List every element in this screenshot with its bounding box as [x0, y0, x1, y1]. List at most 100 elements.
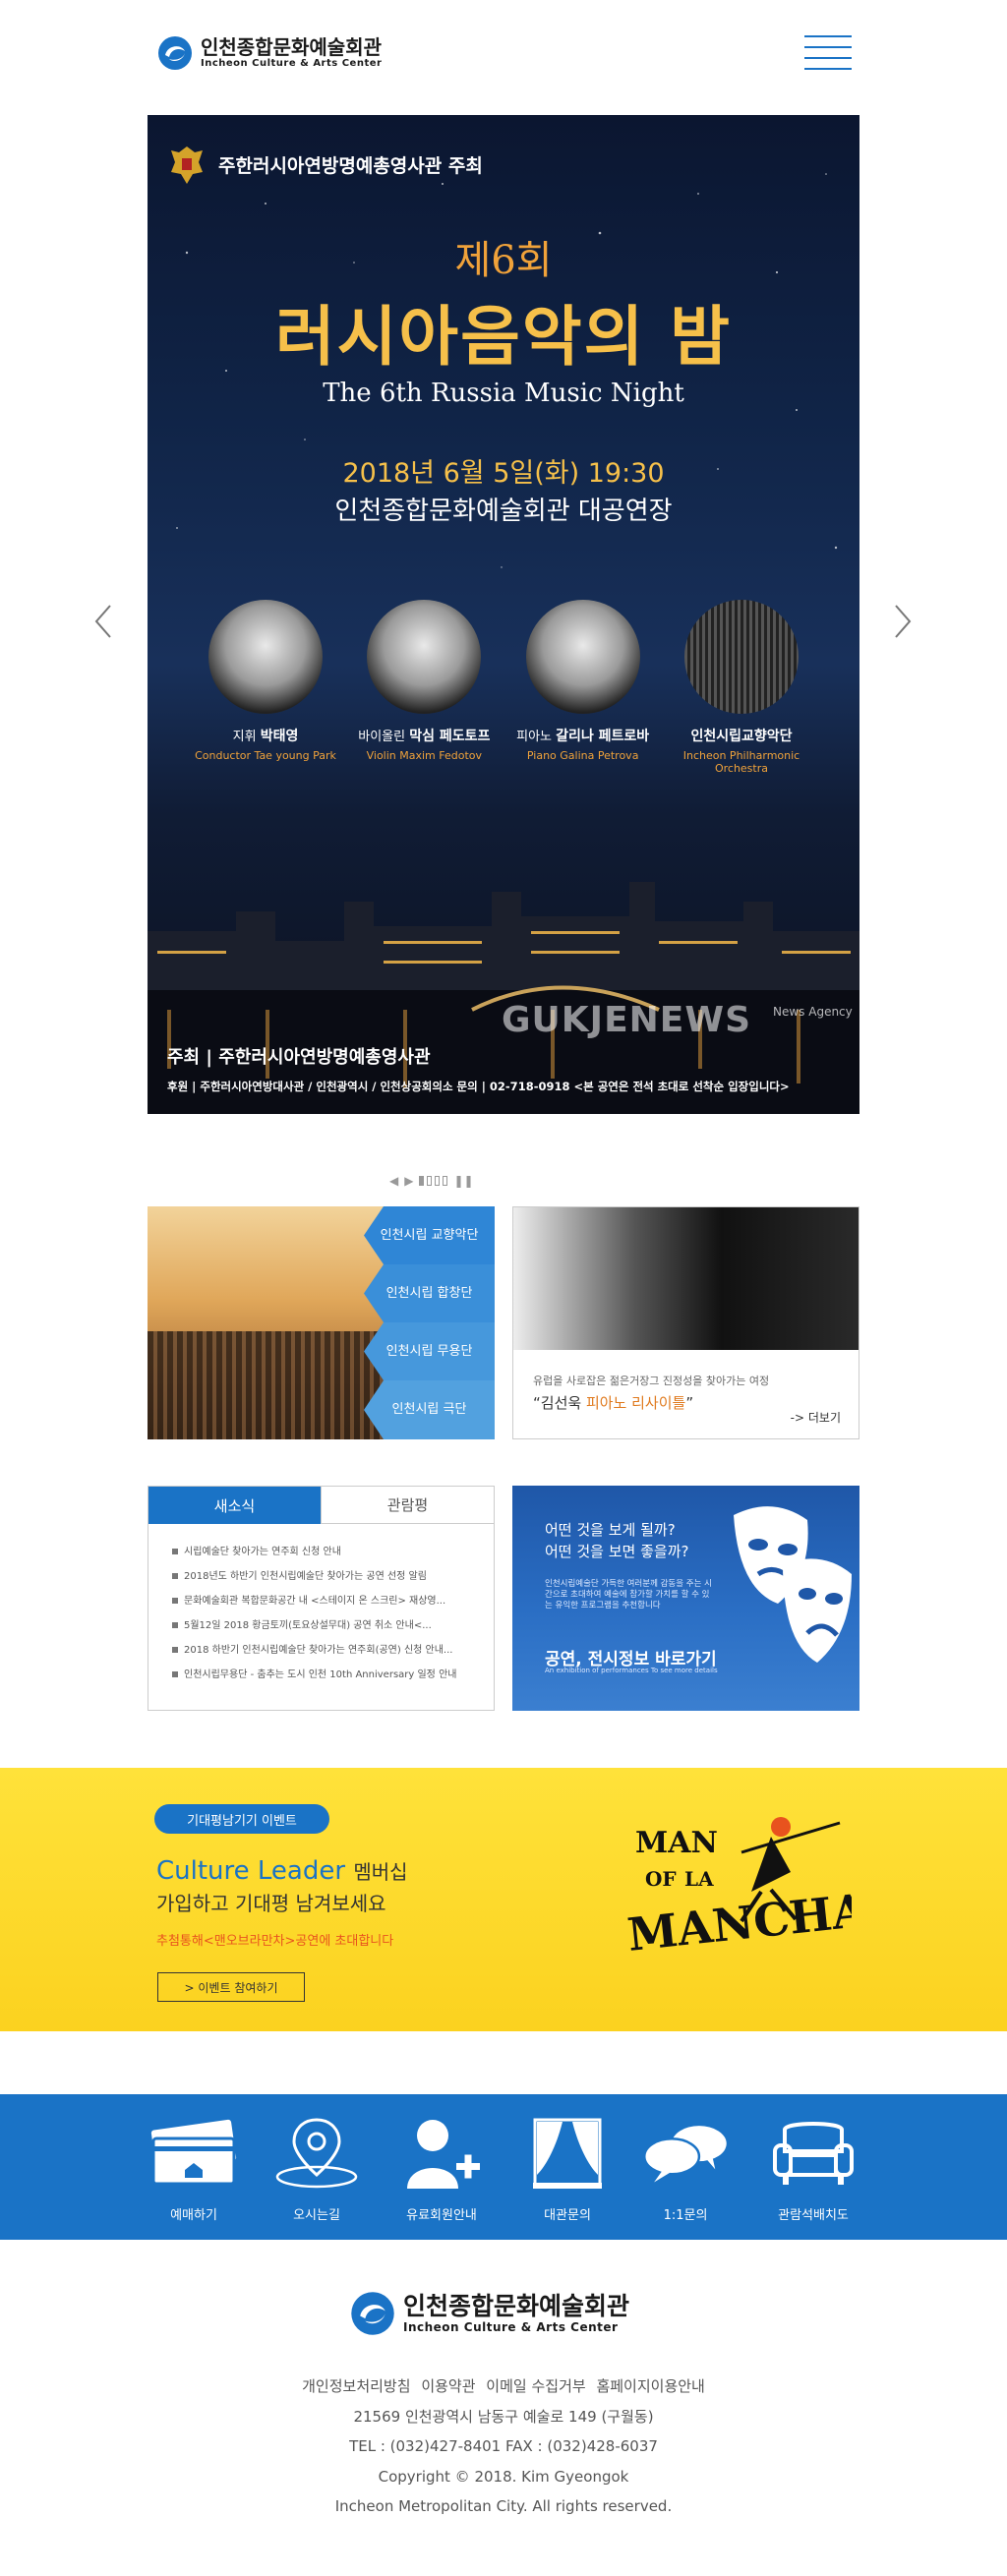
quick-menu-rental[interactable]: 대관문의: [513, 2116, 622, 2223]
performer-card: 지휘 박태영 Conductor Tae young Park: [187, 600, 344, 775]
arts-company-link[interactable]: 인천시립 교향악단: [364, 1206, 495, 1264]
performer-card: 인천시립교향악단 Incheon Philharmonic Orchestra: [663, 600, 820, 775]
event-join-button[interactable]: > 이벤트 참여하기: [157, 1972, 305, 2002]
news-item[interactable]: 문화예술회관 복합문화공간 내 <스테이지 온 스크린> 재상영...: [172, 1589, 494, 1613]
footer-link-site-guide[interactable]: 홈페이지이용안내: [596, 2377, 704, 2395]
logo-mark-icon: [158, 36, 192, 70]
site-logo[interactable]: 인천종합문화예술회관 Incheon Culture & Arts Center: [157, 35, 382, 71]
footer-link-email-refusal[interactable]: 이메일 수집거부: [486, 2377, 585, 2395]
arts-company-tile: 인천시립 교향악단 인천시립 합창단 인천시립 무용단 인천시립 극단: [148, 1206, 495, 1439]
more-link[interactable]: -> 더보기: [791, 1409, 841, 1426]
slider-dot[interactable]: [435, 1176, 441, 1186]
news-tabs: 새소식 관람평: [148, 1487, 494, 1524]
slider-controls: ◀ ▶ ❚❚: [389, 1174, 474, 1188]
performer-name-english: Conductor Tae young Park: [195, 749, 336, 762]
pianist-photo: [513, 1207, 859, 1350]
performer-photo: [208, 600, 323, 714]
quick-menu-membership[interactable]: 유료회원안내: [387, 2116, 496, 2223]
arts-company-menu: 인천시립 교향악단 인천시립 합창단 인천시립 무용단 인천시립 극단: [364, 1206, 495, 1439]
featured-recital-tile[interactable]: 유럽을 사로잡은 젊은거장그 진정성을 찾아가는 여정 “김선욱 피아노 리사이…: [512, 1206, 859, 1439]
footer-logo-korean: 인천종합문화예술회관: [403, 2292, 630, 2320]
news-item[interactable]: 시립예술단 찾아가는 연주회 신청 안내: [172, 1540, 494, 1564]
arts-company-link[interactable]: 인천시립 합창단: [364, 1264, 495, 1322]
chevron-left-icon[interactable]: [89, 602, 118, 641]
theatre-masks-icon: [734, 1506, 852, 1663]
tab-news[interactable]: 새소식: [148, 1487, 321, 1524]
performer-role: 지휘: [232, 730, 257, 744]
performer-name-english: Violin Maxim Fedotov: [366, 749, 483, 762]
chat-bubbles-icon: [643, 2126, 727, 2183]
slider-dot-active[interactable]: [419, 1176, 425, 1186]
quick-menu-seating[interactable]: 관람석배치도: [759, 2116, 867, 2223]
quick-menu-directions[interactable]: 오시는길: [263, 2116, 371, 2223]
location-pin-icon: [275, 2118, 358, 2189]
news-item[interactable]: 5월12일 2018 황금토끼(토요상설무대) 공연 취소 안내<...: [172, 1613, 494, 1638]
stage-curtain-icon: [533, 2118, 602, 2189]
hamburger-menu-icon[interactable]: [804, 35, 852, 71]
footer-link-privacy[interactable]: 개인정보처리방침: [302, 2377, 410, 2395]
tab-reviews[interactable]: 관람평: [321, 1487, 494, 1524]
news-item[interactable]: 2018 하반기 인천시립예술단 찾아가는 연주회(공연) 신청 안내...: [172, 1638, 494, 1663]
performer-photo: [683, 600, 799, 714]
russian-emblem-icon: [171, 146, 203, 184]
performer-role: 피아노: [516, 730, 552, 744]
arts-company-link[interactable]: 인천시립 극단: [364, 1380, 495, 1439]
slider-dot[interactable]: [443, 1176, 448, 1186]
show-info-link-sub: An exhibition of performances To see mor…: [545, 1667, 718, 1674]
quick-menu-label: 대관문의: [544, 2208, 591, 2223]
quick-menu-inquiry[interactable]: 1:1문의: [631, 2116, 740, 2223]
hero-sponsors: 후원 | 주한러시아연방대사관 / 인천광역시 / 인천상공회의소 문의 | 0…: [167, 1080, 790, 1093]
footer-logo[interactable]: 인천종합문화예술회관 Incheon Culture & Arts Center: [350, 2291, 629, 2336]
quick-menu-label: 관람석배치도: [778, 2208, 849, 2223]
footer-address: 21569 인천광역시 남동구 예술로 149 (구월동): [353, 2407, 654, 2426]
news-list: 시립예술단 찾아가는 연주회 신청 안내 2018년도 하반기 인천시립예술단 …: [148, 1524, 494, 1687]
hero-poster[interactable]: 주한러시아연방명예총영사관 주최 제6회 러시아음악의 밤 The 6th Ru…: [148, 115, 859, 1114]
performer-role: 바이올린: [358, 730, 406, 744]
footer-link-terms[interactable]: 이용약관: [421, 2377, 475, 2395]
svg-text:OF: OF: [645, 1867, 677, 1891]
footer-contact: TEL : (032)427-8401 FAX : (032)428-6037: [349, 2437, 658, 2455]
footer-rights: Incheon Metropolitan City. All rights re…: [334, 2497, 673, 2515]
quick-menu-label: 1:1문의: [663, 2208, 708, 2223]
performer-list: 지휘 박태영 Conductor Tae young Park 바이올린 막심 …: [187, 600, 820, 775]
slider-dot[interactable]: [427, 1176, 433, 1186]
quick-menu-label: 오시는길: [293, 2208, 340, 2223]
quick-menu-label: 예매하기: [170, 2208, 217, 2223]
arts-company-link[interactable]: 인천시립 무용단: [364, 1322, 495, 1380]
footer-info: 개인정보처리방침 이용약관 이메일 수집거부 홈페이지이용안내 21569 인천…: [0, 2371, 1007, 2522]
svg-text:MANCHA: MANCHA: [625, 1884, 852, 1961]
show-question-2: 어떤 것을 보면 좋을까?: [545, 1543, 689, 1560]
news-item[interactable]: 2018년도 하반기 인천시립예술단 찾아가는 공연 선정 알림: [172, 1564, 494, 1589]
event-badge: 기대평남기기 이벤트: [154, 1804, 329, 1834]
event-subheadline: 가입하고 기대평 남겨보세요: [156, 1892, 386, 1915]
svg-text:LA: LA: [684, 1867, 714, 1891]
performer-card: 바이올린 막심 페도토프 Violin Maxim Fedotov: [345, 600, 503, 775]
hero-title-english: The 6th Russia Music Night: [323, 379, 684, 408]
hero-edition: 제6회: [454, 238, 553, 283]
chevron-right-icon[interactable]: [888, 602, 918, 641]
hero-watermark-small: News Agency: [773, 1005, 853, 1019]
performer-name: 갈리나 페트로바: [556, 729, 650, 744]
man-of-la-mancha-logo: MAN OF LA MANCHA: [625, 1817, 852, 1961]
performer-name: 박태영: [260, 729, 299, 744]
show-question-1: 어떤 것을 보게 될까?: [545, 1521, 676, 1539]
news-item[interactable]: 인천시립무용단 - 춤추는 도시 인천 10th Anniversary 일정 …: [172, 1663, 494, 1687]
performer-name-english: Piano Galina Petrova: [526, 749, 639, 762]
news-board: 새소식 관람평 시립예술단 찾아가는 연주회 신청 안내 2018년도 하반기 …: [148, 1486, 495, 1711]
slider-next-button[interactable]: ▶: [404, 1174, 413, 1188]
logo-mark-icon: [351, 2292, 394, 2335]
sofa-icon: [773, 2122, 854, 2185]
performer-name-english: Incheon Philharmonic Orchestra: [682, 749, 800, 775]
recital-title: “김선욱 피아노 리사이틀”: [533, 1394, 694, 1412]
event-headline: Culture Leader 멤버십: [156, 1856, 408, 1886]
performer-card: 피아노 갈리나 페트로바 Piano Galina Petrova: [504, 600, 662, 775]
logo-english: Incheon Culture & Arts Center: [201, 58, 383, 69]
performer-photo: [525, 600, 640, 714]
recital-subtitle: 유럽을 사로잡은 젊은거장그 진정성을 찾아가는 여정: [533, 1375, 770, 1387]
quick-menu-ticket[interactable]: 예매하기: [140, 2116, 248, 2223]
show-info-tile[interactable]: 어떤 것을 보게 될까? 어떤 것을 보면 좋을까? 인천시립예술단 가득한 여…: [512, 1486, 859, 1711]
slider-pause-button[interactable]: ❚❚: [453, 1174, 473, 1188]
site-header: 인천종합문화예술회관 Incheon Culture & Arts Center: [0, 0, 1007, 110]
slider-prev-button[interactable]: ◀: [389, 1174, 398, 1188]
event-banner: 기대평남기기 이벤트 Culture Leader 멤버십 가입하고 기대평 남…: [0, 1768, 1007, 2031]
